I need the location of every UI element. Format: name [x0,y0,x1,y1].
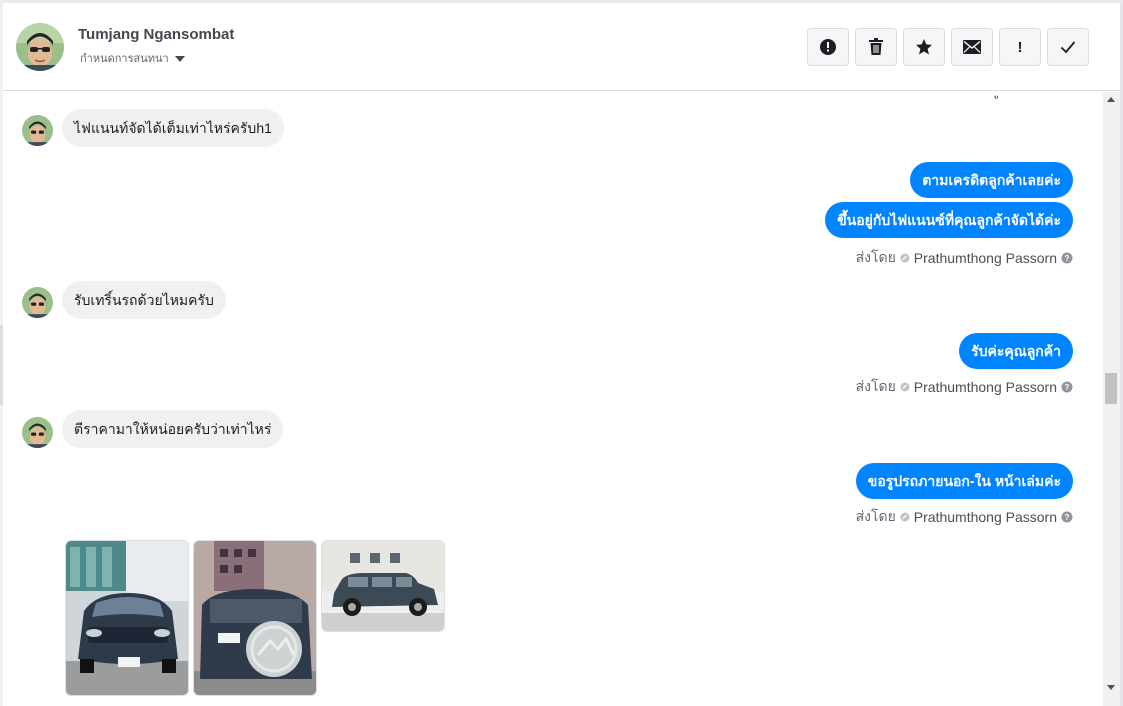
contact-avatar-small[interactable] [22,115,53,146]
contact-avatar-small[interactable] [22,417,53,448]
car-side-photo[interactable] [321,540,445,632]
help-icon[interactable]: ? [1061,511,1073,523]
incoming-message[interactable]: ไฟแนนท์จัดได้เต็มเท่าไหร่ครับh1 [62,109,284,147]
vertical-scrollbar[interactable] [1103,92,1120,706]
contact-avatar-small[interactable] [22,287,53,318]
scroll-up-arrow-icon[interactable] [1107,97,1115,102]
sender-name[interactable]: Prathumthong Passorn [914,379,1057,395]
trash-icon [869,38,883,55]
caret-down-icon [174,56,185,62]
message-thread[interactable]: ู ไฟแนนท์จัดได้เต็มเท่าไหร่ครับh1 ตามเคร… [3,92,1103,706]
exclamation-icon: ! [1017,38,1023,56]
envelope-icon [963,40,981,54]
scroll-down-arrow-icon[interactable] [1107,685,1115,690]
svg-text:?: ? [1065,383,1070,392]
outgoing-message-group: รับค่ะคุณลูกค้า [959,333,1073,369]
sent-by-line: ส่งโดย Prathumthong Passorn ? [856,376,1073,398]
verified-icon [900,253,910,263]
verified-icon [900,382,910,392]
mark-unread-button[interactable] [951,28,993,66]
sent-by-line: ส่งโดย Prathumthong Passorn ? [856,247,1073,269]
contact-name: Tumjang Ngansombat [78,26,235,43]
sent-by-label: ส่งโดย [855,508,896,524]
star-icon [916,39,932,55]
sent-by-label: ส่งโดย [855,249,896,265]
verified-icon [900,512,910,522]
header-actions: ! [807,28,1089,66]
conversation-header: Tumjang Ngansombat กำหนดการสนทนา ! [3,3,1120,91]
mark-spam-button[interactable] [807,28,849,66]
car-front-photo[interactable] [65,540,189,696]
delete-button[interactable] [855,28,897,66]
contact-avatar[interactable] [16,23,64,71]
incoming-message[interactable]: รับเทริ์นรถด้วยไหมครับ [62,281,226,319]
sent-by-label: ส่งโดย [855,378,896,394]
conversation-window: Tumjang Ngansombat กำหนดการสนทนา ! ไฟแนน… [0,0,1123,706]
flag-button[interactable]: ! [999,28,1041,66]
sent-by-line: ส่งโดย Prathumthong Passorn ? [856,506,1073,528]
outgoing-message[interactable]: ขึ้นอยู่กับไฟแนนซ์ที่คุณลูกค้าจัดได้ค่ะ [825,202,1073,238]
sender-name[interactable]: Prathumthong Passorn [914,250,1057,266]
conversation-settings-label: กำหนดการสนทนา [80,53,169,65]
outgoing-message[interactable]: ตามเครดิตลูกค้าเลยค่ะ [910,162,1073,198]
sender-name[interactable]: Prathumthong Passorn [914,509,1057,525]
mark-done-button[interactable] [1047,28,1089,66]
svg-text:?: ? [1065,254,1070,263]
outgoing-message-group: ตามเครดิตลูกค้าเลยค่ะ ขึ้นอยู่กับไฟแนนซ์… [825,162,1073,238]
star-button[interactable] [903,28,945,66]
spam-icon [820,39,836,55]
scroll-thumb[interactable] [1105,373,1117,404]
help-icon[interactable]: ? [1061,381,1073,393]
svg-text:?: ? [1065,513,1070,522]
help-icon[interactable]: ? [1061,252,1073,264]
car-rear-photo[interactable] [193,540,317,696]
outgoing-message[interactable]: ขอรูปรถภายนอก-ใน หน้าเล่มค่ะ [855,463,1073,499]
checkmark-icon [1060,41,1076,54]
incoming-message[interactable]: ตีราคามาให้หน่อยครับว่าเท่าไหร่ [62,410,284,448]
conversation-settings-dropdown[interactable]: กำหนดการสนทนา [80,49,185,67]
outgoing-message-group: ขอรูปรถภายนอก-ใน หน้าเล่มค่ะ [855,463,1073,499]
outgoing-message[interactable]: รับค่ะคุณลูกค้า [959,333,1073,369]
